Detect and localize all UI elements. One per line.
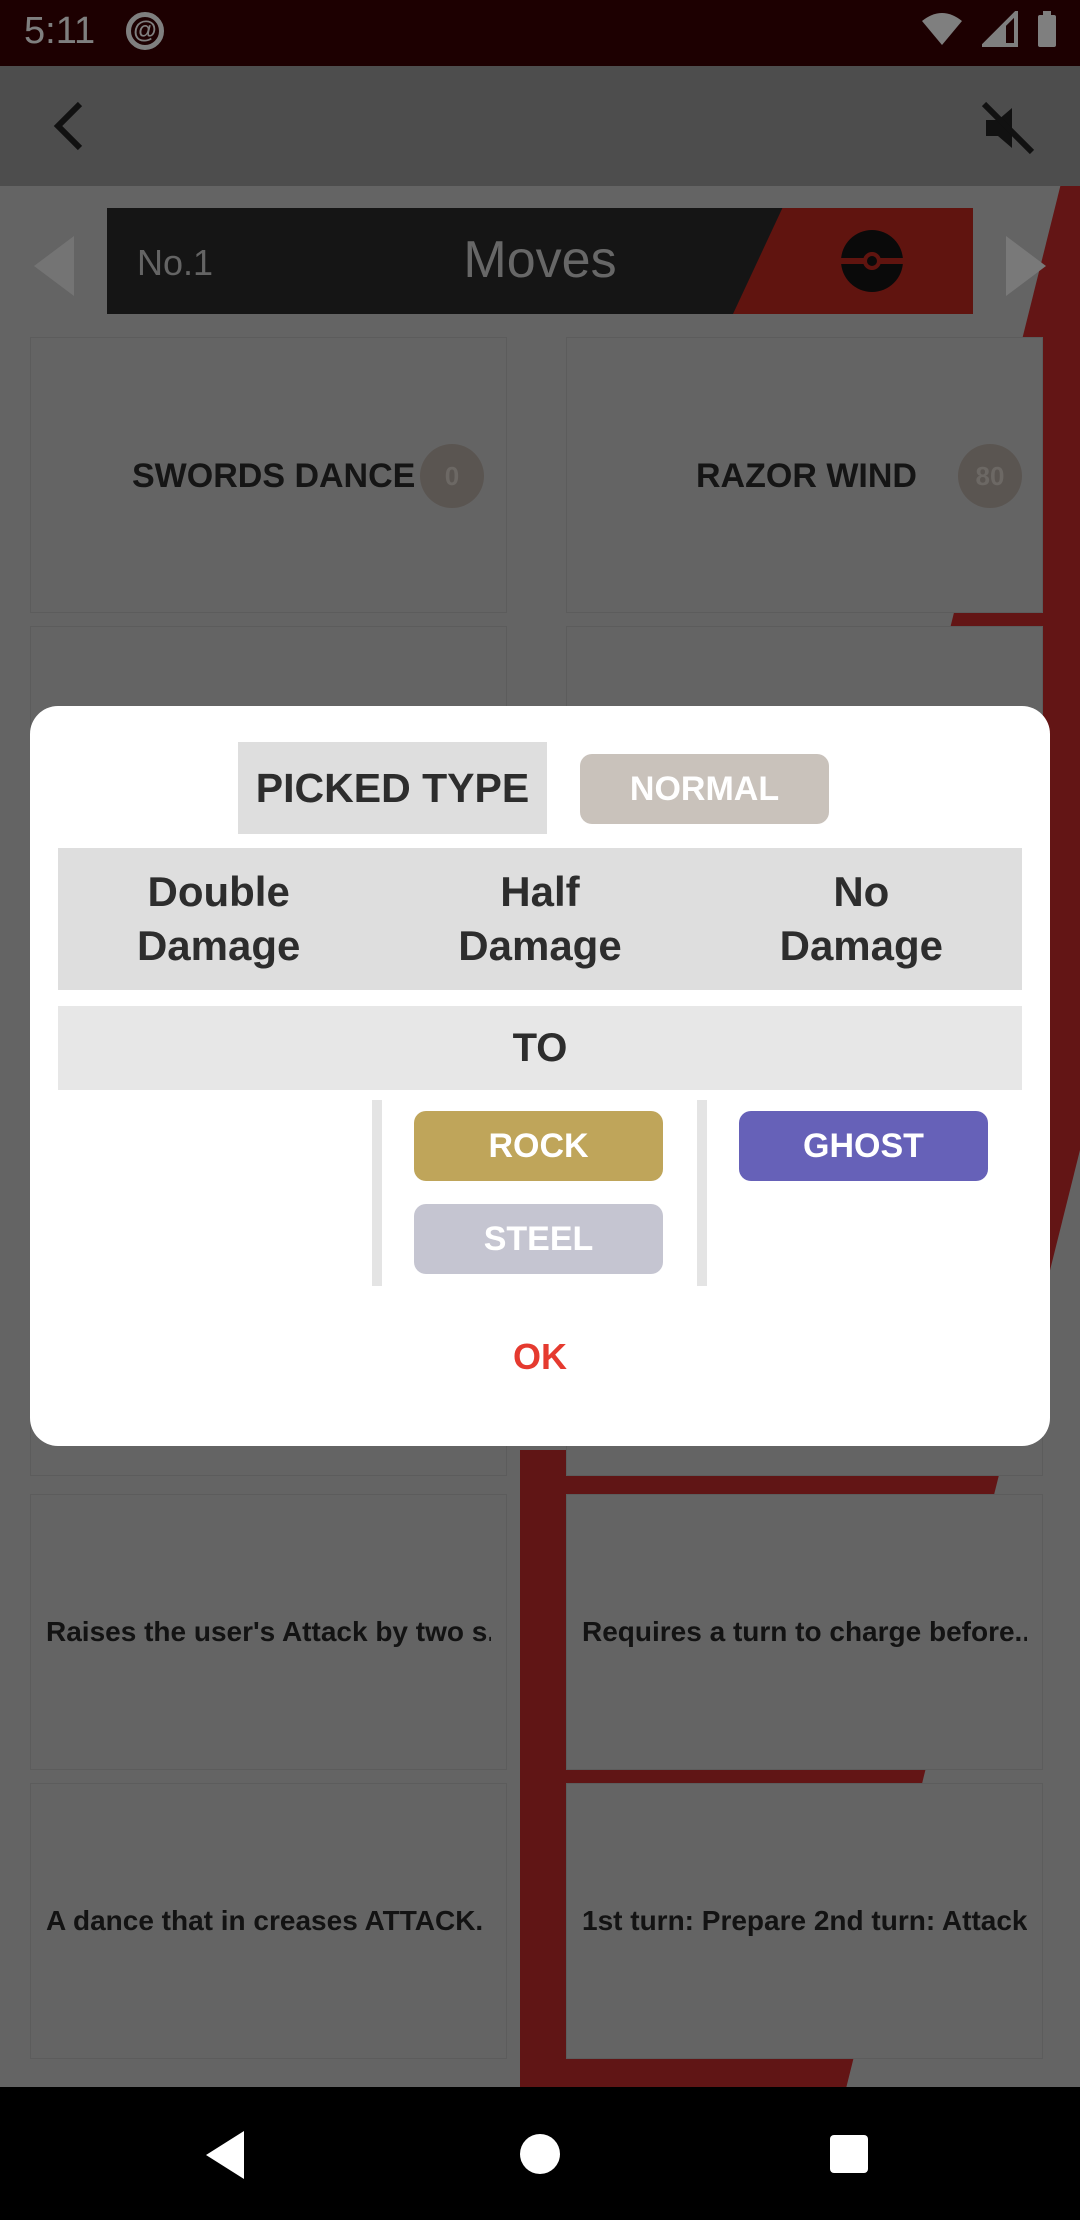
picked-type-chip: NORMAL bbox=[580, 754, 829, 824]
half-damage-header: Half Damage bbox=[379, 848, 700, 990]
type-chip-rock[interactable]: ROCK bbox=[414, 1111, 663, 1181]
type-chip-ghost[interactable]: GHOST bbox=[739, 1111, 988, 1181]
column-divider bbox=[372, 1100, 382, 1286]
type-effectiveness-dialog: PICKED TYPE NORMAL Double Damage Half Dama… bbox=[30, 706, 1050, 1446]
header-line: Damage bbox=[136, 922, 301, 969]
header-line: Damage bbox=[458, 922, 622, 969]
column-divider bbox=[697, 1100, 707, 1286]
to-label: TO bbox=[58, 1006, 1022, 1090]
navigation-bar bbox=[0, 2087, 1080, 2220]
header-line: Damage bbox=[779, 922, 944, 969]
ok-button[interactable]: OK bbox=[440, 1322, 640, 1392]
nav-home-icon[interactable] bbox=[520, 2134, 560, 2174]
header-line: Double bbox=[147, 868, 290, 915]
damage-column-headers: Double Damage Half Damage No Damage bbox=[58, 848, 1022, 990]
nav-back-icon[interactable] bbox=[206, 2131, 244, 2179]
header-line: Half bbox=[500, 868, 580, 915]
header-line: No bbox=[833, 868, 890, 915]
type-chip-steel[interactable]: STEEL bbox=[414, 1204, 663, 1274]
double-damage-header: Double Damage bbox=[58, 848, 379, 990]
nav-recents-icon[interactable] bbox=[830, 2135, 868, 2173]
picked-type-label: PICKED TYPE bbox=[238, 742, 547, 834]
no-damage-header: No Damage bbox=[701, 848, 1022, 990]
